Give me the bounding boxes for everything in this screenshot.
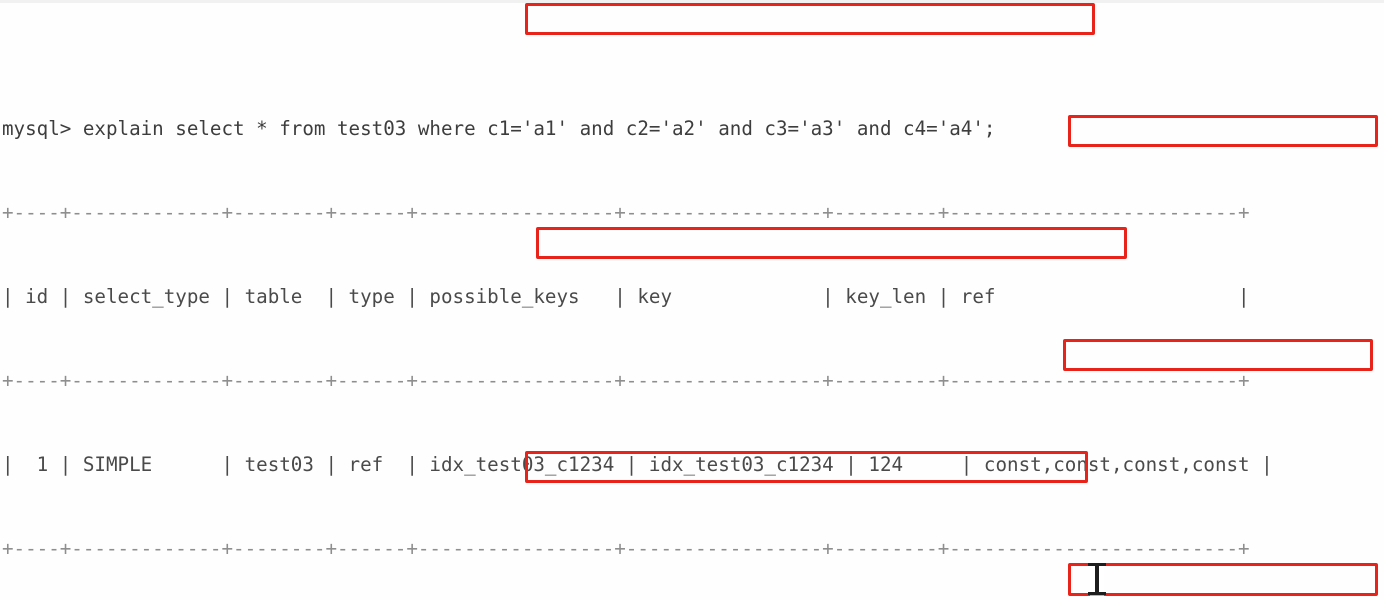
table-data-row-1: | 1 | SIMPLE | test03 | ref | idx_test03… [2, 453, 1273, 476]
command-line-1[interactable]: mysql> explain select * from test03 wher… [2, 115, 1384, 143]
table-header-row-1: | id | select_type | table | type | poss… [2, 285, 1250, 308]
console-output[interactable]: mysql> explain select * from test03 wher… [2, 3, 1384, 600]
table-separator-bottom-1: +----+-------------+--------+------+----… [2, 537, 1250, 560]
table-separator-top-1: +----+-------------+--------+------+----… [2, 201, 1250, 224]
table-separator-mid-1: +----+-------------+--------+------+----… [2, 369, 1250, 392]
mysql-terminal-window: mysql> explain select * from test03 wher… [0, 0, 1384, 600]
